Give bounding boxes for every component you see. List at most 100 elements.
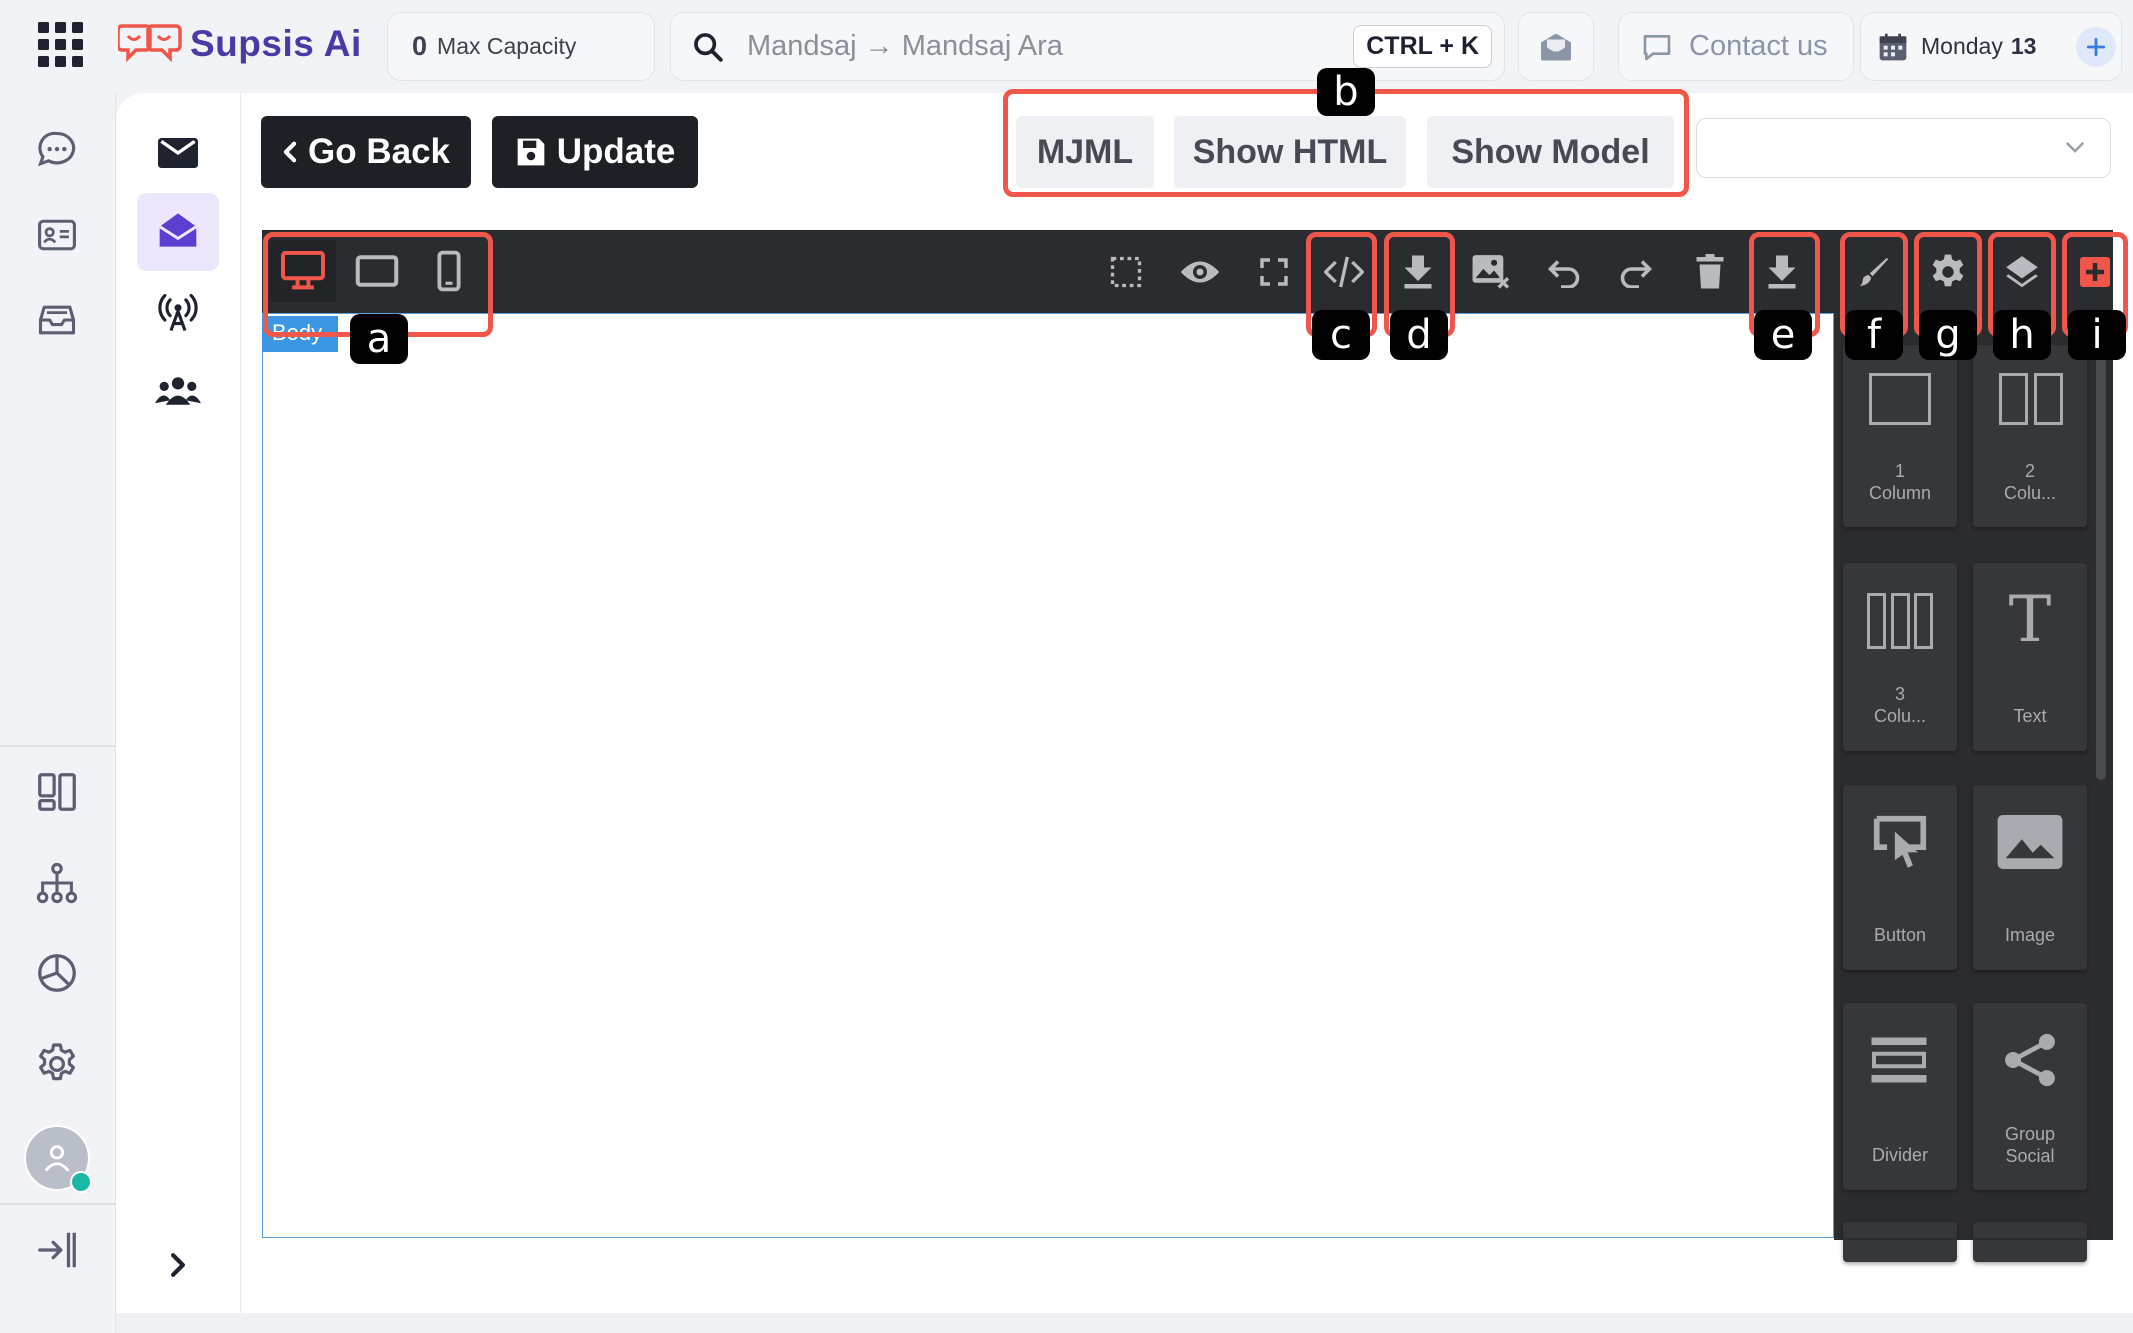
annotation-marker-f: f bbox=[1845, 310, 1903, 360]
date-widget[interactable]: Monday 13 bbox=[1860, 12, 2122, 81]
contact-us-button[interactable]: Contact us bbox=[1618, 12, 1854, 81]
search-icon bbox=[694, 32, 723, 62]
logo[interactable]: Supsis Ai bbox=[118, 20, 362, 68]
image-remove-icon bbox=[1472, 255, 1510, 289]
go-back-button[interactable]: Go Back bbox=[261, 116, 471, 188]
update-label: Update bbox=[556, 132, 676, 171]
update-button[interactable]: Update bbox=[492, 116, 698, 188]
annotation-marker-b: b bbox=[1317, 68, 1375, 116]
notifications-button[interactable] bbox=[1518, 12, 1594, 81]
fullscreen-icon bbox=[1260, 258, 1288, 286]
pie-chart-icon bbox=[38, 954, 76, 992]
annotation-marker-c: c bbox=[1312, 310, 1370, 360]
top-bar: Supsis Ai 0 Max Capacity Mandsaj → Mands… bbox=[0, 0, 2133, 93]
block-3-columns[interactable]: 3 Colu... bbox=[1843, 563, 1957, 751]
clear-images-button[interactable] bbox=[1469, 250, 1513, 294]
logo-mark-icon bbox=[118, 24, 182, 63]
annotation-marker-h: h bbox=[1993, 310, 2051, 360]
select-outline-button[interactable] bbox=[1106, 250, 1146, 294]
editor-bottom-edge bbox=[1834, 1238, 2113, 1240]
expand-sidebar-button[interactable] bbox=[154, 1245, 202, 1285]
add-date-button[interactable] bbox=[2076, 26, 2117, 67]
app-name: Supsis Ai bbox=[190, 23, 362, 64]
annotation-marker-a: a bbox=[350, 314, 408, 364]
email-canvas[interactable] bbox=[262, 313, 1834, 1238]
search-input[interactable]: Mandsaj → Mandsaj Ara bbox=[747, 30, 1353, 63]
two-column-icon bbox=[1999, 373, 2063, 425]
block-image-label: Image bbox=[2004, 925, 2056, 945]
rail-dashboard[interactable] bbox=[30, 765, 84, 819]
block-group-social[interactable]: Group Social bbox=[1973, 1003, 2087, 1190]
users-group-icon bbox=[155, 377, 201, 405]
share-icon bbox=[2005, 1033, 2055, 1087]
secondary-nav bbox=[116, 93, 241, 1313]
block-3-columns-label-1: 3 bbox=[1894, 684, 1905, 704]
divider-icon bbox=[1871, 1037, 1927, 1083]
one-column-icon bbox=[1869, 373, 1931, 425]
block-divider-label: Divider bbox=[1871, 1145, 1928, 1165]
rail-reports[interactable] bbox=[30, 946, 84, 1000]
undo-button[interactable] bbox=[1542, 250, 1586, 294]
block-text[interactable]: T Text bbox=[1973, 563, 2087, 751]
go-back-label: Go Back bbox=[308, 132, 450, 171]
rail-archive[interactable] bbox=[30, 293, 84, 347]
image-icon bbox=[1997, 815, 2063, 869]
block-3-columns-label-2: Colu... bbox=[1873, 706, 1927, 726]
rail-divider-bottom bbox=[0, 1203, 116, 1205]
preview-button[interactable] bbox=[1178, 250, 1222, 294]
block-button-label: Button bbox=[1873, 925, 1927, 945]
footer-band bbox=[116, 1313, 2133, 1333]
undo-icon bbox=[1547, 260, 1580, 288]
search-bar[interactable]: Mandsaj → Mandsaj Ara CTRL + K bbox=[670, 12, 1505, 81]
annotation-marker-i: i bbox=[2068, 310, 2126, 360]
rail-contacts[interactable] bbox=[30, 208, 84, 262]
archive-icon bbox=[38, 305, 76, 335]
calendar-icon bbox=[1879, 33, 1907, 60]
plus-icon bbox=[2087, 37, 2106, 56]
rail-chat[interactable] bbox=[30, 123, 84, 177]
rail-flows[interactable] bbox=[30, 856, 84, 910]
redo-button[interactable] bbox=[1614, 250, 1658, 294]
blocks-scrollbar[interactable] bbox=[2096, 320, 2106, 780]
chevron-down-icon bbox=[2065, 141, 2085, 153]
template-select[interactable] bbox=[1696, 118, 2111, 178]
subnav-mail[interactable] bbox=[150, 128, 206, 178]
block-divider[interactable]: Divider bbox=[1843, 1003, 1957, 1190]
eye-icon bbox=[1180, 261, 1220, 283]
chevron-left-icon bbox=[283, 141, 297, 163]
block-2-columns-label-2: Colu... bbox=[2003, 483, 2057, 503]
rail-settings[interactable] bbox=[30, 1037, 84, 1091]
block-group-social-label-1: Group bbox=[2004, 1124, 2056, 1144]
capacity-label: Max Capacity bbox=[437, 33, 577, 59]
logout-button[interactable] bbox=[30, 1223, 84, 1277]
block-group-social-label-2: Social bbox=[2005, 1146, 2055, 1166]
block-partial bbox=[1843, 1222, 1957, 1262]
fullscreen-button[interactable] bbox=[1252, 250, 1296, 294]
block-1-column[interactable]: 1 Column bbox=[1843, 345, 1957, 527]
block-2-columns-label-1: 2 bbox=[2024, 461, 2035, 481]
mail-open-icon bbox=[1541, 33, 1571, 60]
annotation-marker-g: g bbox=[1919, 310, 1977, 360]
save-icon bbox=[517, 138, 545, 166]
subnav-mail-templates[interactable] bbox=[150, 205, 206, 255]
block-2-columns[interactable]: 2 Colu... bbox=[1973, 345, 2087, 527]
redo-icon bbox=[1620, 260, 1653, 288]
avatar[interactable] bbox=[24, 1125, 92, 1193]
clear-canvas-button[interactable] bbox=[1688, 250, 1732, 294]
online-status-dot bbox=[70, 1171, 92, 1193]
dashboard-icon bbox=[38, 773, 76, 811]
annotation-marker-d: d bbox=[1390, 310, 1448, 360]
block-image[interactable]: Image bbox=[1973, 785, 2087, 970]
apps-grid-icon[interactable] bbox=[38, 22, 84, 68]
subnav-audience[interactable] bbox=[150, 366, 206, 416]
broadcast-icon bbox=[158, 293, 198, 332]
block-button[interactable]: Button bbox=[1843, 785, 1957, 970]
search-shortcut: CTRL + K bbox=[1353, 25, 1492, 68]
hierarchy-icon bbox=[36, 862, 78, 904]
trash-icon bbox=[1696, 254, 1724, 289]
chat-bubble-icon bbox=[1643, 34, 1671, 60]
subnav-broadcast[interactable] bbox=[150, 288, 206, 338]
three-column-icon bbox=[1867, 593, 1933, 649]
rail-divider bbox=[0, 745, 116, 747]
annotation-marker-e: e bbox=[1754, 310, 1812, 360]
